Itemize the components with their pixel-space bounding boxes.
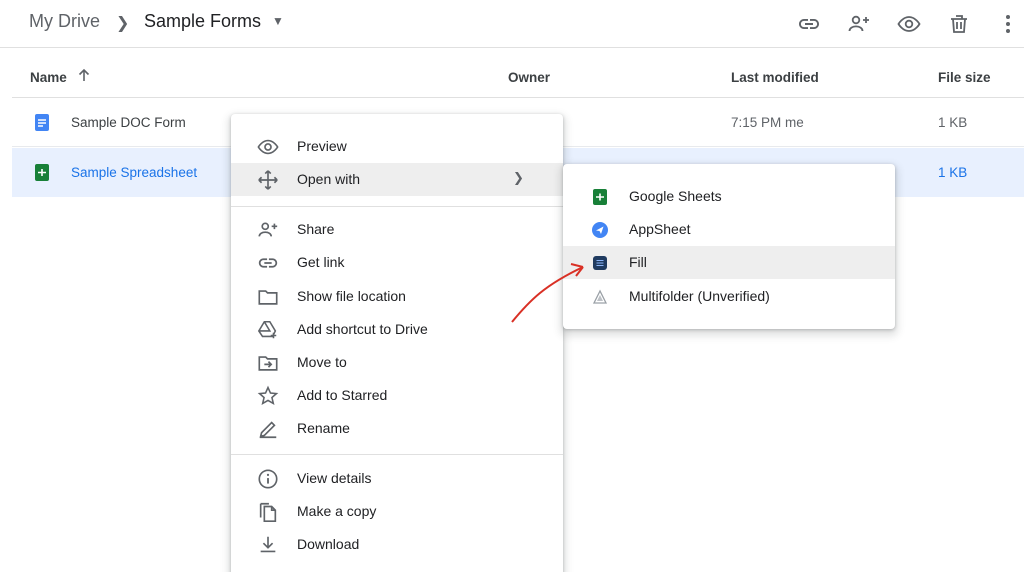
menu-item-share[interactable]: Share <box>231 213 563 246</box>
eye-icon[interactable] <box>896 11 922 37</box>
context-menu: Preview Open with ❯ Share Get link Show … <box>231 114 563 572</box>
submenu-item-fill[interactable]: Fill <box>563 246 895 279</box>
menu-item-label: Get link <box>297 254 345 270</box>
submenu-item-google-sheets[interactable]: Google Sheets <box>563 180 895 213</box>
menu-item-label: Share <box>297 221 335 237</box>
column-last-modified[interactable]: Last modified <box>731 70 819 85</box>
submenu-item-label: Multifolder (Unverified) <box>629 288 770 304</box>
google-sheets-icon <box>592 189 608 205</box>
breadcrumb-current-folder[interactable]: Sample Forms <box>144 11 261 32</box>
menu-divider <box>231 454 563 455</box>
menu-item-label: Preview <box>297 138 347 154</box>
menu-item-show-file-location[interactable]: Show file location <box>231 280 563 313</box>
menu-item-label: Add shortcut to Drive <box>297 321 428 337</box>
menu-item-open-with[interactable]: Open with ❯ <box>231 163 563 196</box>
last-modified-time: 7:15 PM <box>731 115 782 130</box>
file-name: Sample Spreadsheet <box>71 165 198 180</box>
google-sheets-icon <box>35 164 49 181</box>
download-icon <box>257 534 279 556</box>
menu-item-get-link[interactable]: Get link <box>231 246 563 279</box>
copy-icon <box>257 501 279 523</box>
menu-item-preview[interactable]: Preview <box>231 130 563 163</box>
menu-item-add-shortcut[interactable]: Add shortcut to Drive <box>231 313 563 346</box>
link-icon <box>257 252 279 274</box>
breadcrumb-separator-icon: ❯ <box>116 15 130 32</box>
menu-item-add-to-starred[interactable]: Add to Starred <box>231 379 563 412</box>
menu-item-download[interactable]: Download <box>231 528 563 561</box>
column-file-size[interactable]: File size <box>938 70 991 85</box>
column-owner[interactable]: Owner <box>508 70 550 85</box>
menu-item-label: Show file location <box>297 288 406 304</box>
appsheet-icon <box>592 222 608 238</box>
add-person-icon[interactable] <box>846 11 872 37</box>
breadcrumb-my-drive[interactable]: My Drive <box>29 11 100 32</box>
info-icon <box>257 468 279 490</box>
menu-item-move-to[interactable]: Move to <box>231 346 563 379</box>
folder-icon <box>257 286 279 308</box>
submenu-item-appsheet[interactable]: AppSheet <box>563 213 895 246</box>
drive-shortcut-icon <box>257 319 279 341</box>
google-docs-icon <box>35 114 49 131</box>
menu-item-label: Make a copy <box>297 503 377 519</box>
pencil-icon <box>257 418 279 440</box>
modified-by: me <box>785 115 804 130</box>
top-bar: My Drive ❯ Sample Forms ▼ <box>0 0 1024 48</box>
file-table-header: Name Owner Last modified File size <box>12 49 1024 98</box>
menu-item-label: Open with <box>297 171 361 187</box>
open-with-submenu: Google Sheets AppSheet Fill Multifolder … <box>563 164 895 329</box>
menu-item-make-a-copy[interactable]: Make a copy <box>231 495 563 528</box>
move-to-folder-icon <box>257 352 279 374</box>
multifolder-icon <box>592 289 608 305</box>
chevron-down-icon[interactable]: ▼ <box>272 14 284 28</box>
more-vert-icon[interactable] <box>995 11 1021 37</box>
menu-item-label: Download <box>297 536 360 552</box>
trash-icon[interactable] <box>946 11 972 37</box>
star-icon <box>257 385 279 407</box>
menu-divider <box>231 206 563 207</box>
add-person-icon <box>257 219 279 241</box>
file-size: 1 KB <box>938 165 968 180</box>
move-icon <box>257 169 279 191</box>
submenu-item-label: Fill <box>629 254 647 270</box>
submenu-item-multifolder[interactable]: Multifolder (Unverified) <box>563 280 895 313</box>
menu-item-label: Rename <box>297 420 350 436</box>
chevron-right-icon: ❯ <box>513 170 524 185</box>
submenu-item-label: AppSheet <box>629 221 691 237</box>
submenu-item-label: Google Sheets <box>629 188 722 204</box>
sort-ascending-icon[interactable] <box>77 68 91 85</box>
menu-item-label: Add to Starred <box>297 387 388 403</box>
eye-icon <box>257 136 279 158</box>
file-size: 1 KB <box>938 115 968 130</box>
menu-item-label: Move to <box>297 354 347 370</box>
menu-item-label: View details <box>297 470 372 486</box>
menu-item-view-details[interactable]: View details <box>231 462 563 495</box>
column-name[interactable]: Name <box>30 70 67 85</box>
fill-app-icon <box>592 255 608 271</box>
link-icon[interactable] <box>796 11 822 37</box>
menu-item-rename[interactable]: Rename <box>231 412 563 445</box>
file-name: Sample DOC Form <box>71 115 186 130</box>
